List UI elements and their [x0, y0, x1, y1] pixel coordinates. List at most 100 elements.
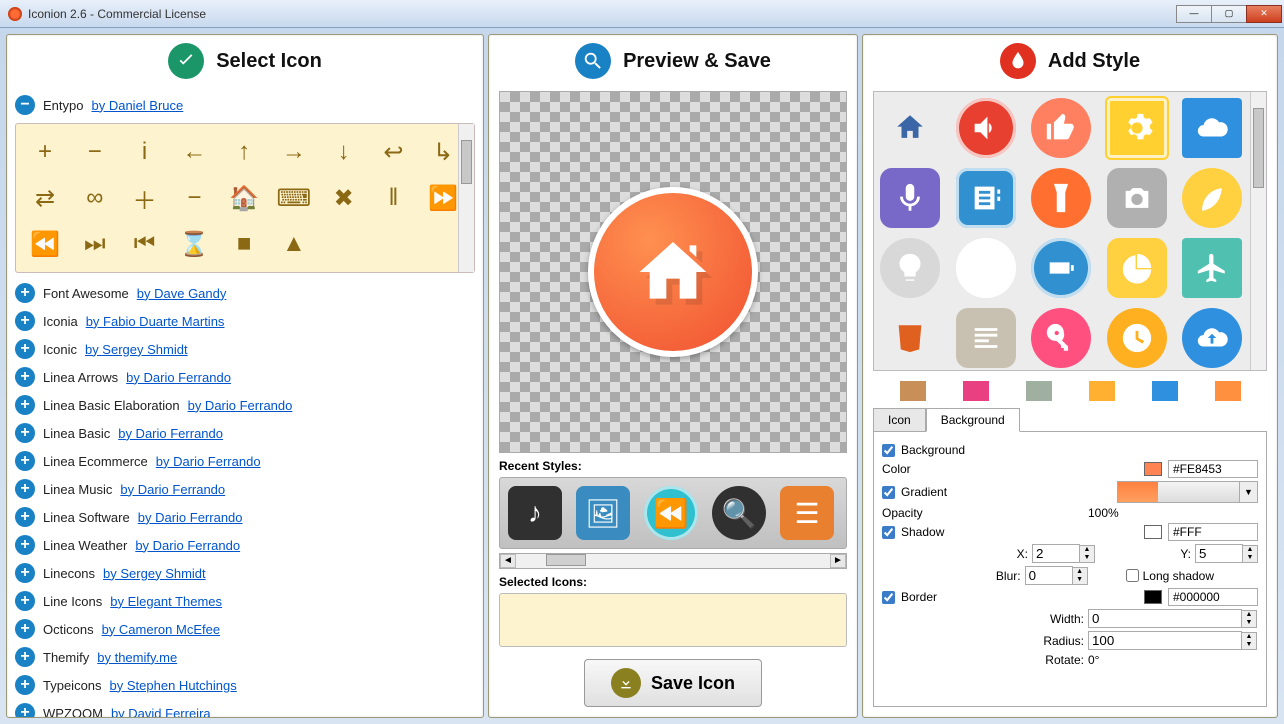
- set-toggle-icon[interactable]: +: [15, 507, 35, 527]
- swatch[interactable]: [1089, 381, 1115, 401]
- border-color-swatch[interactable]: [1144, 590, 1162, 604]
- set-toggle-icon[interactable]: +: [15, 283, 35, 303]
- style-scrollbar[interactable]: [1250, 92, 1266, 370]
- style-preset[interactable]: [1182, 168, 1242, 228]
- set-toggle-icon[interactable]: +: [15, 675, 35, 695]
- style-preset[interactable]: [956, 98, 1016, 158]
- border-color-input[interactable]: [1168, 588, 1258, 606]
- icon-glyph[interactable]: ⇄: [24, 178, 66, 218]
- color-swatch[interactable]: [1144, 462, 1162, 476]
- icon-glyph[interactable]: →: [273, 132, 315, 172]
- gradient-checkbox[interactable]: [882, 486, 895, 499]
- style-preset[interactable]: [956, 238, 1016, 298]
- style-preset[interactable]: [1031, 168, 1091, 228]
- set-toggle-icon[interactable]: +: [15, 535, 35, 555]
- set-toggle-icon[interactable]: +: [15, 591, 35, 611]
- icon-grid-scrollbar[interactable]: [458, 124, 474, 272]
- blur-spinner[interactable]: ▲▼: [1025, 566, 1088, 585]
- set-author-link[interactable]: by themify.me: [97, 650, 177, 665]
- icon-glyph[interactable]: ←: [173, 132, 215, 172]
- set-author-link[interactable]: by Daniel Bruce: [91, 98, 183, 113]
- long-shadow-checkbox[interactable]: [1126, 569, 1139, 582]
- style-preset[interactable]: [1107, 168, 1167, 228]
- set-author-link[interactable]: by Dario Ferrando: [120, 482, 225, 497]
- color-input[interactable]: [1168, 460, 1258, 478]
- set-author-link[interactable]: by Dario Ferrando: [126, 370, 231, 385]
- recent-scrollbar[interactable]: ◄►: [499, 553, 847, 569]
- icon-glyph[interactable]: ■: [223, 224, 265, 264]
- set-toggle-icon[interactable]: +: [15, 703, 35, 717]
- icon-glyph[interactable]: i: [124, 132, 166, 172]
- recent-style-item[interactable]: ☰: [780, 486, 834, 540]
- style-preset[interactable]: [1107, 98, 1167, 158]
- swatch[interactable]: [900, 381, 926, 401]
- set-author-link[interactable]: by Elegant Themes: [110, 594, 222, 609]
- icon-glyph[interactable]: ∞: [74, 178, 116, 218]
- set-author-link[interactable]: by Dario Ferrando: [138, 510, 243, 525]
- style-preset[interactable]: [1182, 308, 1242, 368]
- set-author-link[interactable]: by Stephen Hutchings: [110, 678, 237, 693]
- recent-style-item[interactable]: ♪: [508, 486, 562, 540]
- icon-glyph[interactable]: −: [74, 132, 116, 172]
- style-preset[interactable]: [1031, 98, 1091, 158]
- border-checkbox[interactable]: [882, 591, 895, 604]
- border-radius-spinner[interactable]: ▲▼: [1088, 631, 1258, 650]
- shadow-y-spinner[interactable]: ▲▼: [1195, 544, 1258, 563]
- shadow-color-swatch[interactable]: [1144, 525, 1162, 539]
- style-preset[interactable]: [1107, 308, 1167, 368]
- icon-glyph[interactable]: +: [24, 132, 66, 172]
- set-author-link[interactable]: by Dario Ferrando: [118, 426, 223, 441]
- style-preset[interactable]: [1031, 238, 1091, 298]
- swatch[interactable]: [1152, 381, 1178, 401]
- maximize-button[interactable]: ▢: [1211, 5, 1247, 23]
- border-width-spinner[interactable]: ▲▼: [1088, 609, 1258, 628]
- icon-glyph[interactable]: 🏠: [223, 178, 265, 218]
- set-toggle-icon[interactable]: +: [15, 647, 35, 667]
- icon-glyph[interactable]: ↓: [323, 132, 365, 172]
- set-toggle-icon[interactable]: +: [15, 423, 35, 443]
- style-preset[interactable]: [956, 308, 1016, 368]
- set-author-link[interactable]: by Sergey Shmidt: [85, 342, 188, 357]
- style-preset[interactable]: [880, 238, 940, 298]
- icon-glyph[interactable]: ⏪: [24, 224, 66, 264]
- set-author-link[interactable]: by Dario Ferrando: [135, 538, 240, 553]
- icon-glyph[interactable]: ⌨: [273, 178, 315, 218]
- set-toggle-icon[interactable]: +: [15, 339, 35, 359]
- minimize-button[interactable]: —: [1176, 5, 1212, 23]
- style-preset[interactable]: [880, 308, 940, 368]
- set-toggle-icon[interactable]: +: [15, 395, 35, 415]
- style-preset[interactable]: [880, 168, 940, 228]
- icon-glyph[interactable]: ✖: [323, 178, 365, 218]
- style-preset[interactable]: [880, 98, 940, 158]
- swatch[interactable]: [1215, 381, 1241, 401]
- shadow-x-spinner[interactable]: ▲▼: [1032, 544, 1095, 563]
- set-author-link[interactable]: by Dave Gandy: [137, 286, 227, 301]
- set-author-link[interactable]: by Dario Ferrando: [188, 398, 293, 413]
- tab-icon[interactable]: Icon: [873, 408, 926, 432]
- icon-glyph[interactable]: ‖: [372, 178, 414, 218]
- shadow-checkbox[interactable]: [882, 526, 895, 539]
- set-toggle-icon[interactable]: +: [15, 619, 35, 639]
- set-author-link[interactable]: by Dario Ferrando: [156, 454, 261, 469]
- set-author-link[interactable]: by Cameron McEfee: [102, 622, 221, 637]
- style-preset[interactable]: [1182, 238, 1242, 298]
- set-toggle-icon[interactable]: −: [15, 95, 35, 115]
- recent-style-item[interactable]: 🔍: [712, 486, 766, 540]
- set-author-link[interactable]: by Sergey Shmidt: [103, 566, 206, 581]
- icon-glyph[interactable]: ▲: [273, 224, 315, 264]
- icon-glyph[interactable]: ↑: [223, 132, 265, 172]
- style-preset[interactable]: [1031, 308, 1091, 368]
- icon-glyph[interactable]: −: [173, 178, 215, 218]
- icon-glyph[interactable]: ↩: [372, 132, 414, 172]
- set-toggle-icon[interactable]: +: [15, 367, 35, 387]
- save-icon-button[interactable]: Save Icon: [584, 659, 762, 707]
- gradient-dropdown[interactable]: ▼: [1117, 481, 1259, 503]
- tab-background[interactable]: Background: [926, 408, 1020, 432]
- selected-icons-tray[interactable]: [499, 593, 847, 647]
- set-toggle-icon[interactable]: +: [15, 479, 35, 499]
- shadow-color-input[interactable]: [1168, 523, 1258, 541]
- style-preset[interactable]: [956, 168, 1016, 228]
- close-button[interactable]: ✕: [1246, 5, 1282, 23]
- set-toggle-icon[interactable]: +: [15, 451, 35, 471]
- icon-glyph[interactable]: ⏮: [124, 224, 166, 264]
